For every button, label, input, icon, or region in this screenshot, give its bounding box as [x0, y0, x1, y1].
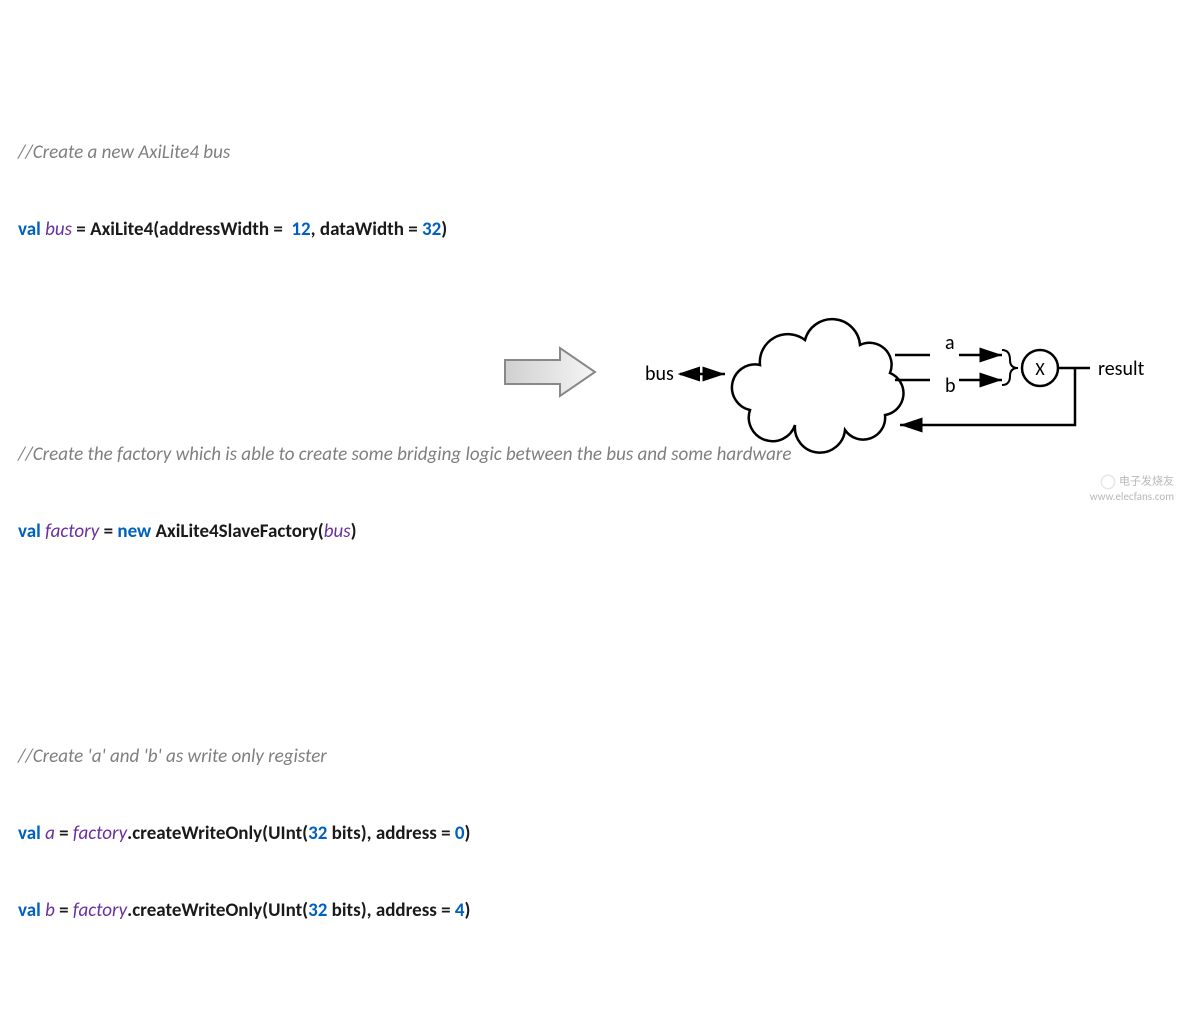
- keyword-val: val: [18, 218, 41, 241]
- comment-line: //Create a new AxiLite4 bus: [18, 140, 1166, 166]
- diagram: bus a b X result: [500, 300, 1160, 470]
- code-block: //Create a new AxiLite4 bus val bus = Ax…: [18, 12, 1166, 1018]
- bracket-icon: [1002, 350, 1018, 385]
- watermark-line1: 电子发烧友: [1119, 475, 1174, 488]
- label-bus: bus: [645, 362, 674, 386]
- code-line-a: val a = factory.createWriteOnly(UInt(32 …: [18, 821, 1166, 847]
- watermark-logo-icon: [1099, 473, 1117, 491]
- bridging-cloud-icon: [732, 319, 904, 453]
- ident-bus: bus: [45, 218, 72, 241]
- code-line-b: val b = factory.createWriteOnly(UInt(32 …: [18, 898, 1166, 924]
- big-arrow-icon: [505, 348, 595, 396]
- label-mul: X: [1035, 358, 1045, 380]
- label-b: b: [945, 374, 956, 398]
- watermark: 电子发烧友 www.elecfans.com: [1090, 473, 1174, 503]
- comment-line: //Create 'a' and 'b' as write only regis…: [18, 744, 1166, 770]
- diagram-svg: bus a b X result: [500, 300, 1160, 470]
- label-a: a: [945, 331, 955, 355]
- code-line-bus: val bus = AxiLite4(addressWidth = 12, da…: [18, 217, 1166, 243]
- section-write-only: //Create 'a' and 'b' as write only regis…: [18, 693, 1166, 975]
- label-result: result: [1098, 357, 1145, 381]
- section-create-bus: //Create a new AxiLite4 bus val bus = Ax…: [18, 89, 1166, 294]
- ident-factory: factory: [45, 520, 99, 543]
- ident-b: b: [45, 899, 55, 922]
- fn-slavefactory: AxiLite4SlaveFactory: [156, 520, 318, 543]
- fn-axilite4: AxiLite4: [90, 218, 153, 241]
- code-line-factory: val factory = new AxiLite4SlaveFactory(b…: [18, 519, 1166, 545]
- watermark-line2: www.elecfans.com: [1090, 490, 1174, 503]
- ident-a: a: [45, 822, 55, 845]
